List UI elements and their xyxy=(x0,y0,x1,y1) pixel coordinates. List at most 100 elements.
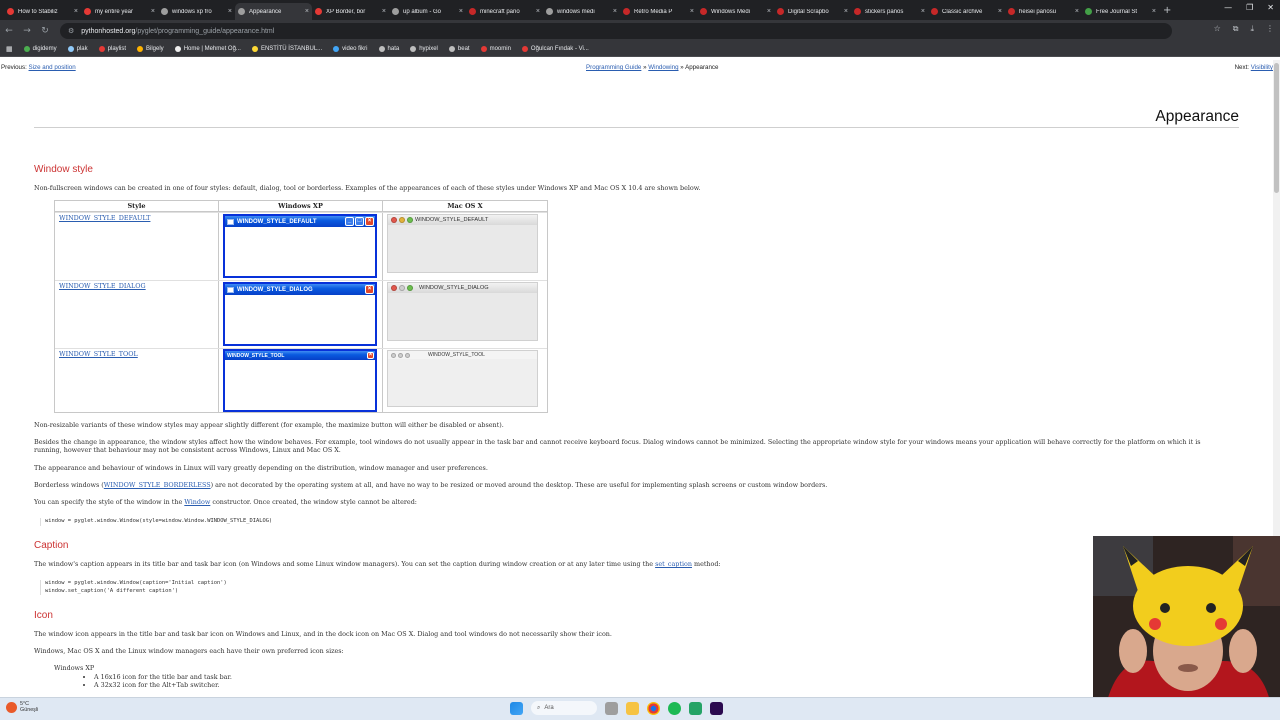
bookmark-star-icon[interactable]: ☆ xyxy=(1214,24,1221,34)
bookmark-item[interactable]: hata xyxy=(378,46,399,52)
bookmark-item[interactable]: Oğulcan Fındak - Vi... xyxy=(521,46,589,52)
tab-close-icon[interactable]: × xyxy=(305,8,309,15)
tab-close-icon[interactable]: × xyxy=(459,8,463,15)
tab-item[interactable]: Digital Scrapbo × xyxy=(774,3,851,20)
tab-close-icon[interactable]: × xyxy=(74,8,78,15)
download-icon[interactable]: ⤓ xyxy=(1250,24,1254,34)
bookmark-item[interactable]: Bilgely xyxy=(137,46,164,52)
next-link[interactable]: Visibility xyxy=(1251,64,1273,71)
bookmark-label: Home | Mehmet Oğ... xyxy=(183,46,241,52)
tab-item[interactable]: stickers panos × xyxy=(851,3,928,20)
paragraph-caption: The window's caption appears in its titl… xyxy=(34,560,1234,568)
reload-icon[interactable]: ↻ xyxy=(36,26,54,36)
bookmark-item[interactable]: plak xyxy=(67,46,88,52)
webcam-overlay xyxy=(1093,536,1280,720)
tab-item[interactable]: windows medi × xyxy=(543,3,620,20)
menu-icon[interactable]: ⋮ xyxy=(1266,24,1274,34)
link-window[interactable]: Window xyxy=(184,498,210,506)
tab-close-icon[interactable]: × xyxy=(536,8,540,15)
webcam-person-image xyxy=(1093,536,1280,720)
bookmark-favicon-icon xyxy=(251,46,258,52)
tab-close-icon[interactable]: × xyxy=(1075,8,1079,15)
tab-close-icon[interactable]: × xyxy=(228,8,232,15)
start-icon[interactable] xyxy=(510,701,523,715)
tab-close-icon[interactable]: × xyxy=(690,8,694,15)
bookmark-item[interactable]: video fikri xyxy=(333,46,368,52)
tab-item[interactable]: heisei panosu × xyxy=(1005,3,1082,20)
back-icon[interactable]: ← xyxy=(0,26,18,36)
tab-close-icon[interactable]: × xyxy=(613,8,617,15)
tab-close-icon[interactable]: × xyxy=(998,8,1002,15)
apps-icon[interactable]: ▦ xyxy=(6,45,13,53)
weather-widget[interactable]: 5°C Güneşli xyxy=(6,701,38,713)
tab-item[interactable]: my entire year × xyxy=(81,3,158,20)
bookmark-label: Oğulcan Fındak - Vi... xyxy=(530,46,589,52)
premiere-icon[interactable] xyxy=(710,701,723,715)
tab-item[interactable]: Free Journal St × xyxy=(1082,3,1159,20)
bookmark-label: video fikri xyxy=(342,46,368,52)
xp-window-dialog-preview: WINDOW_STYLE_DIALOG × xyxy=(223,282,377,346)
forward-icon[interactable]: → xyxy=(18,26,36,36)
task-view-icon[interactable] xyxy=(605,701,618,715)
link-window-style-tool[interactable]: WINDOW_STYLE_TOOL xyxy=(59,350,138,358)
tab-close-icon[interactable]: × xyxy=(382,8,386,15)
tab-close-icon[interactable]: × xyxy=(151,8,155,15)
bookmark-favicon-icon xyxy=(67,46,74,52)
tab-label: up album - Go xyxy=(403,8,442,15)
link-set-caption[interactable]: set_caption xyxy=(655,560,692,568)
tab-close-icon[interactable]: × xyxy=(767,8,771,15)
tab-favicon-icon xyxy=(84,8,91,15)
tab-item[interactable]: How to Stabiliz × xyxy=(4,3,81,20)
tab-item[interactable]: Retro Media P × xyxy=(620,3,697,20)
tab-item[interactable]: Windows Medi × xyxy=(697,3,774,20)
tab-item[interactable]: minecraft pano × xyxy=(466,3,543,20)
app-icon[interactable] xyxy=(689,701,702,715)
bookmark-item[interactable]: beat xyxy=(448,46,470,52)
file-explorer-icon[interactable] xyxy=(626,701,639,715)
bookmark-item[interactable]: digidemy xyxy=(23,46,57,52)
tab-close-icon[interactable]: × xyxy=(921,8,925,15)
tab-item[interactable]: Classic archive × xyxy=(928,3,1005,20)
link-window-style-default[interactable]: WINDOW_STYLE_DEFAULT xyxy=(59,214,150,222)
close-window-icon[interactable]: ✕ xyxy=(1267,3,1274,12)
tab-favicon-icon xyxy=(238,8,245,15)
bookmark-item[interactable]: Home | Mehmet Oğ... xyxy=(174,46,241,52)
bookmark-item[interactable]: playlist xyxy=(98,46,126,52)
text-run: Borderless windows ( xyxy=(34,481,104,489)
list-title: Windows XP xyxy=(54,664,95,672)
bookmark-item[interactable]: ENSTİTÜ İSTANBUL... xyxy=(251,46,322,52)
spotify-icon[interactable] xyxy=(668,701,681,715)
tab-active[interactable]: Appearance × xyxy=(235,3,312,20)
crumb-windowing[interactable]: Windowing xyxy=(648,64,678,71)
extensions-icon[interactable]: ⧉ xyxy=(1233,24,1239,34)
search-icon: ⌕ xyxy=(537,704,541,711)
close-icon: × xyxy=(365,217,374,226)
link-window-style-borderless[interactable]: WINDOW_STYLE_BORDERLESS xyxy=(104,481,211,489)
tab-item[interactable]: XP Border, bor × xyxy=(312,3,389,20)
crumb-programming-guide[interactable]: Programming Guide xyxy=(586,64,641,71)
url-bar[interactable]: ⚙ pythonhosted.org/pyglet/programming_gu… xyxy=(60,23,1172,39)
tab-item[interactable]: up album - Go × xyxy=(389,3,466,20)
prev-link[interactable]: Size and position xyxy=(29,64,76,71)
minimize-window-icon[interactable]: — xyxy=(1224,3,1232,12)
bookmark-item[interactable]: hypixel xyxy=(410,46,438,52)
windows-taskbar: 5°C Güneşli ⌕ Ara xyxy=(0,697,1280,720)
tab-item[interactable]: windows xp fro × xyxy=(158,3,235,20)
chrome-icon[interactable] xyxy=(647,701,660,715)
restore-window-icon[interactable]: ❐ xyxy=(1246,3,1253,12)
col-header-windows-xp: Windows XP xyxy=(219,201,382,212)
tab-label: XP Border, bor xyxy=(326,8,366,15)
tab-close-icon[interactable]: × xyxy=(844,8,848,15)
tab-close-icon[interactable]: × xyxy=(1152,8,1156,15)
link-window-style-dialog[interactable]: WINDOW_STYLE_DIALOG xyxy=(59,282,146,290)
bookmark-favicon-icon xyxy=(98,46,105,52)
taskbar-search[interactable]: ⌕ Ara xyxy=(531,701,597,715)
scrollbar-thumb[interactable] xyxy=(1274,63,1279,193)
paragraph-linux: The appearance and behaviour of windows … xyxy=(34,464,488,472)
code-block-style: window = pyglet.window.Window(style=wind… xyxy=(40,518,272,526)
new-tab-button[interactable]: + xyxy=(1163,5,1171,16)
tab-favicon-icon xyxy=(623,8,630,15)
bookmarks-bar: ▦ digidemy plak playlist Bilgely Home | Mehm… xyxy=(0,42,1280,57)
bookmark-item[interactable]: moomin xyxy=(480,46,511,52)
site-info-icon[interactable]: ⚙ xyxy=(68,27,74,35)
